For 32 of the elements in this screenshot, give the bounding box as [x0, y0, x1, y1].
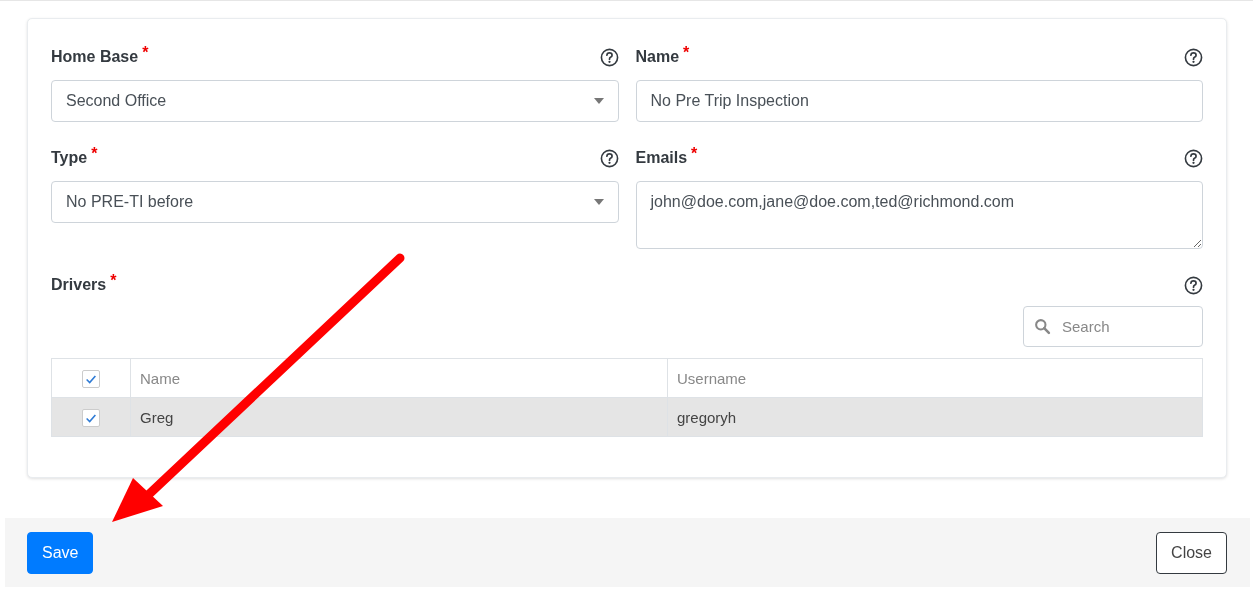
help-icon[interactable] [1184, 47, 1203, 67]
checkbox[interactable] [82, 408, 100, 427]
help-icon[interactable] [1184, 275, 1203, 295]
field-label: Emails [635, 149, 688, 167]
required-mark: * [683, 44, 690, 62]
field-label: Drivers [51, 276, 107, 294]
help-icon[interactable] [599, 148, 619, 168]
save-button[interactable]: Save [27, 531, 94, 574]
select-field[interactable]: Second Office [51, 80, 619, 122]
field-label: Home Base [51, 48, 139, 66]
table-cell: Greg [130, 397, 668, 437]
required-mark: * [91, 145, 98, 163]
help-icon[interactable] [1184, 148, 1203, 168]
emails-field[interactable]: john@doe.com,jane@doe.com,ted@richmond.com [635, 181, 1203, 249]
field-label: Name [635, 48, 680, 66]
table-row[interactable]: Greg gregoryh [51, 397, 1203, 437]
help-icon[interactable] [599, 47, 619, 67]
required-mark: * [110, 272, 117, 290]
caret-icon [593, 98, 604, 104]
field-label: Type [51, 149, 88, 167]
caret-icon [593, 199, 604, 205]
required-mark: * [691, 145, 698, 163]
column-header[interactable]: Name [130, 358, 668, 398]
required-mark: * [142, 44, 149, 62]
table-cell: gregoryh [667, 397, 1203, 437]
checkbox[interactable] [82, 369, 100, 388]
text-field[interactable]: No Pre Trip Inspection [635, 80, 1203, 122]
search-field[interactable]: Search [1023, 306, 1203, 347]
select-field[interactable]: No PRE-TI before [51, 181, 619, 223]
column-header[interactable]: Username [667, 358, 1203, 398]
search-icon [1034, 318, 1051, 335]
close-button[interactable]: Close [1156, 531, 1227, 574]
